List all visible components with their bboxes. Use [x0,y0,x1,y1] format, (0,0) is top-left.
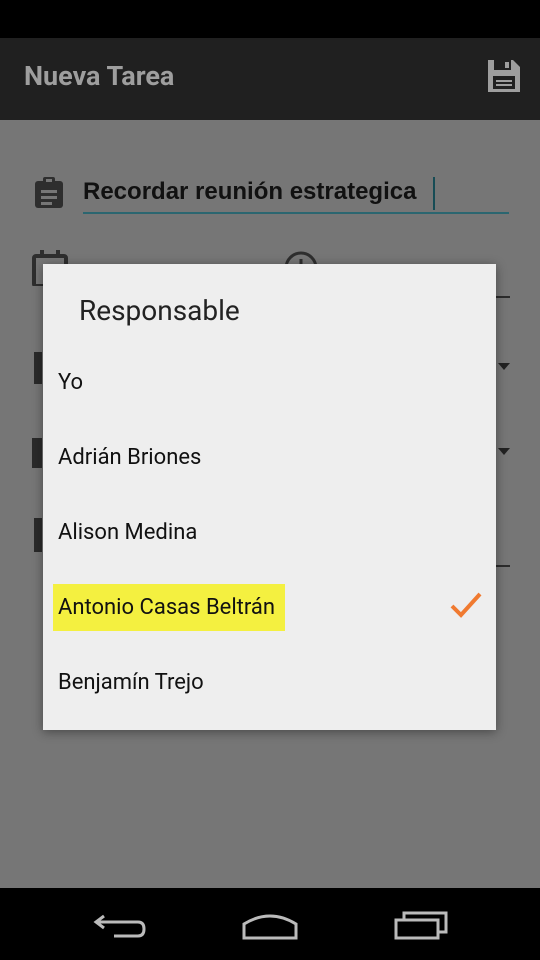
dialog-title: Responsable [79,294,240,327]
app-title: Nueva Tarea [24,60,175,92]
folder-icon [34,352,42,384]
task-title-input[interactable] [83,172,509,214]
field-underline [496,565,510,567]
check-icon [450,592,482,618]
comment-icon [34,518,42,552]
list-item-selected[interactable]: Antonio Casas Beltrán [43,570,496,645]
save-icon [488,60,520,92]
home-icon[interactable] [240,910,300,942]
status-bar [0,0,540,38]
save-button[interactable] [486,58,522,94]
responsable-dialog: Responsable Yo Adrián Briones Alison Med… [43,264,496,730]
list-item-label: Antonio Casas Beltrán [53,584,286,631]
text-cursor [433,177,435,210]
person-icon [32,438,42,468]
list-item[interactable]: Yo [43,345,496,420]
back-icon[interactable] [90,910,150,942]
time-field-underline [496,296,510,298]
list-item-label: Alison Medina [58,520,198,545]
clipboard-icon [35,177,63,208]
dropdown-arrow-icon [498,448,510,455]
list-item-label: Yo [58,370,84,395]
recents-icon[interactable] [392,910,452,942]
list-item-label: Adrián Briones [58,445,202,470]
dropdown-arrow-icon [498,363,510,370]
list-item[interactable]: Benjamín Trejo [43,645,496,720]
responsable-list: Yo Adrián Briones Alison Medina Antonio … [43,345,496,720]
list-item[interactable]: Alison Medina [43,495,496,570]
navigation-bar [0,888,540,960]
app-bar: Nueva Tarea [0,38,540,120]
list-item[interactable]: Adrián Briones [43,420,496,495]
list-item-label: Benjamín Trejo [58,670,204,695]
